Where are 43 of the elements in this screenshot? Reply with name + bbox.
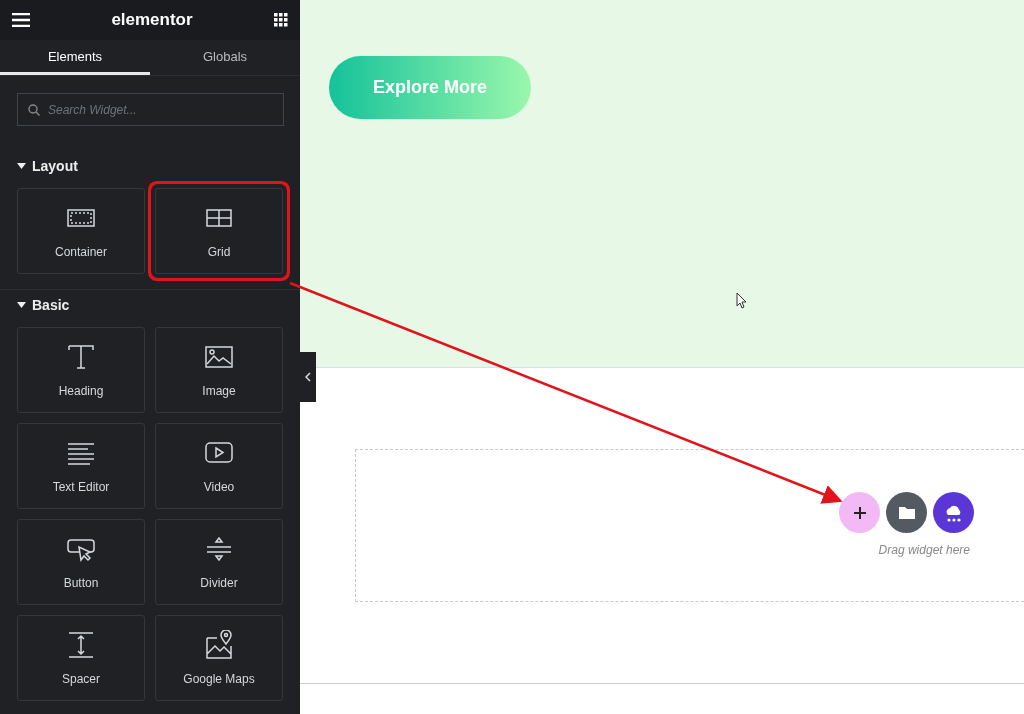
logo: elementor <box>111 10 193 30</box>
widget-card[interactable]: Spacer <box>17 615 145 701</box>
widget-label: Image <box>202 384 236 398</box>
kit-button[interactable] <box>933 492 974 533</box>
apps-grid-icon[interactable] <box>274 13 288 27</box>
template-button[interactable] <box>886 492 927 533</box>
widget-card[interactable]: Image <box>155 327 283 413</box>
widget-label: Text Editor <box>52 480 110 494</box>
widget-label: Container <box>55 245 107 259</box>
drop-hint: Drag widget here <box>878 543 970 557</box>
widget-card[interactable]: Text Editor <box>17 423 145 509</box>
widget-card[interactable]: Container <box>17 188 145 274</box>
section-title: Layout <box>32 158 78 174</box>
menu-icon[interactable] <box>12 13 30 27</box>
widget-label: Grid <box>207 245 231 259</box>
folder-icon <box>898 506 915 519</box>
divider-icon <box>204 534 234 564</box>
widget-card[interactable]: Divider <box>155 519 283 605</box>
panel-tab[interactable]: Globals <box>150 40 300 75</box>
spacer-icon <box>66 630 96 660</box>
add-button[interactable] <box>839 492 880 533</box>
widget-label: Button <box>63 576 99 590</box>
mouse-cursor-icon <box>736 292 747 309</box>
plus-icon <box>853 506 866 519</box>
section-title: Basic <box>32 297 70 313</box>
widget-card[interactable]: Google Maps <box>155 615 283 701</box>
widget-label: Google Maps <box>183 672 255 686</box>
widget-label: Heading <box>58 384 104 398</box>
panel-tab[interactable]: Elements <box>0 40 150 75</box>
widget-card[interactable]: Heading <box>17 327 145 413</box>
widget-card[interactable]: Video <box>155 423 283 509</box>
caret-icon[interactable] <box>17 163 26 169</box>
chevron-left-icon <box>305 372 311 382</box>
widget-label: Spacer <box>62 672 100 686</box>
widget-label: Divider <box>200 576 238 590</box>
collapse-panel-button[interactable] <box>300 352 316 402</box>
caret-icon[interactable] <box>17 302 26 308</box>
search-icon <box>28 104 40 116</box>
widget-label: Video <box>203 480 235 494</box>
widget-card[interactable]: Button <box>17 519 145 605</box>
map-icon <box>204 630 234 660</box>
search-field[interactable]: Search Widget... <box>17 93 284 126</box>
heading-icon <box>66 342 96 372</box>
